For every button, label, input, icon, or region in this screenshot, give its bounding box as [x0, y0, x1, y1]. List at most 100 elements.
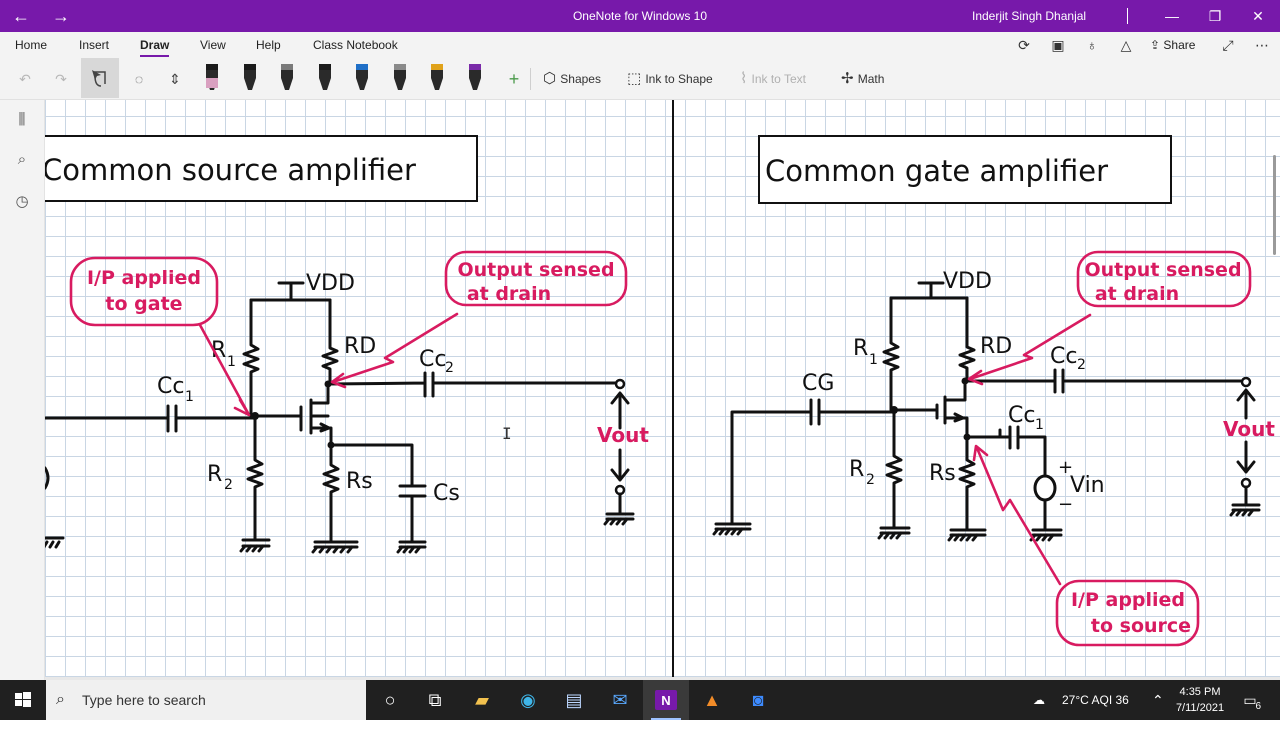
- cortana-icon[interactable]: ○: [367, 680, 413, 720]
- recent-clock-icon[interactable]: ◷: [10, 190, 34, 214]
- share-label: Share: [1163, 38, 1196, 52]
- right-rd-label: RD: [980, 334, 1012, 359]
- taskbar-search-placeholder: Type here to search: [82, 692, 206, 708]
- clock[interactable]: 4:35 PM 7/11/2021: [1170, 684, 1230, 716]
- ink-to-shape-label: Ink to Shape: [645, 72, 713, 86]
- left-rd-label: RD: [344, 334, 376, 359]
- user-name[interactable]: Inderjit Singh Dhanjal: [972, 0, 1086, 32]
- maximize-button[interactable]: ❐: [1193, 0, 1237, 32]
- mail-icon[interactable]: ✉: [597, 680, 643, 720]
- more-icon[interactable]: ⋯: [1252, 36, 1272, 54]
- close-button[interactable]: ✕: [1236, 0, 1280, 32]
- right-r1-sub: 1: [869, 352, 878, 368]
- store-icon[interactable]: ▤: [551, 680, 597, 720]
- math-button[interactable]: ✢ Math: [841, 66, 884, 92]
- vlc-icon[interactable]: ▲: [689, 680, 735, 720]
- clock-date: 7/11/2021: [1175, 702, 1225, 714]
- task-view-icon[interactable]: ⧉: [412, 680, 458, 720]
- window-title: OneNote for Windows 10: [572, 9, 708, 23]
- weather-icon[interactable]: ☁: [1033, 680, 1045, 720]
- insert-space-icon[interactable]: ⇕: [164, 66, 186, 92]
- svg-text:N: N: [661, 693, 670, 708]
- lasso-icon: [92, 70, 106, 87]
- pen-1-icon[interactable]: [200, 60, 224, 96]
- taskbar-search-box[interactable]: ⌕ Type here to search: [46, 680, 366, 720]
- edge-browser-icon[interactable]: ◉: [505, 680, 551, 720]
- start-button[interactable]: [0, 680, 46, 720]
- right-cc1-label: Cc: [1008, 403, 1035, 428]
- right-r2-sub: 2: [866, 472, 875, 488]
- ink-to-text-icon: ⌇: [740, 70, 752, 87]
- right-input-note-line1: I/P applied: [1071, 589, 1185, 611]
- tab-view[interactable]: View: [200, 32, 226, 58]
- notebooks-icon[interactable]: ⫼: [10, 108, 34, 132]
- right-cc2-label: Cc: [1050, 344, 1077, 369]
- search-icon[interactable]: ⌕: [10, 148, 34, 172]
- pen-8-icon[interactable]: [463, 60, 487, 96]
- weather-text[interactable]: 27°C AQI 36: [1062, 680, 1129, 720]
- file-explorer-icon[interactable]: ▰: [459, 680, 505, 720]
- clock-time: 4:35 PM: [1179, 686, 1221, 698]
- zoom-icon[interactable]: ◙: [735, 680, 781, 720]
- right-vdd-label: VDD: [943, 269, 992, 294]
- tab-class-notebook[interactable]: Class Notebook: [313, 32, 398, 58]
- redo-icon[interactable]: ↷: [50, 66, 72, 92]
- add-pen-icon[interactable]: +: [503, 66, 525, 92]
- pen-7-icon[interactable]: [425, 60, 449, 96]
- navigation-rail: ⫼ ⌕ ◷: [0, 100, 45, 680]
- search-icon: ⌕: [56, 691, 65, 708]
- bell-icon[interactable]: △: [1116, 36, 1136, 54]
- right-input-note-line2: to source: [1091, 615, 1191, 637]
- ink-drawing: Common source amplifier Common gate ampl…: [45, 100, 1275, 680]
- left-cc2-label: Cc: [419, 347, 446, 372]
- minimize-icon: —: [1165, 8, 1179, 24]
- add-space-icon[interactable]: ◌: [128, 66, 150, 92]
- pen-6-icon[interactable]: [388, 60, 412, 96]
- math-icon: ✢: [841, 70, 858, 87]
- notification-button[interactable]: ▭ 6: [1238, 688, 1262, 712]
- left-cc2-sub: 2: [445, 360, 454, 376]
- vertical-scrollbar[interactable]: [1273, 155, 1276, 255]
- left-r2-label: R: [207, 462, 222, 487]
- ink-to-shape-button[interactable]: ⬚ Ink to Shape: [627, 66, 713, 92]
- share-button[interactable]: ⇪ Share: [1150, 32, 1195, 58]
- tab-insert[interactable]: Insert: [79, 32, 109, 58]
- left-r1-sub: 1: [227, 354, 236, 370]
- maximize-icon: ❐: [1208, 8, 1222, 24]
- shapes-label: Shapes: [560, 72, 601, 86]
- pen-4-icon[interactable]: [313, 60, 337, 96]
- taskbar: ⌕ Type here to search ○ ⧉ ▰ ◉ ▤ ✉ N ▲ ◙ …: [0, 680, 1280, 720]
- pen-5-icon[interactable]: [350, 60, 374, 96]
- ink-to-shape-icon: ⬚: [627, 70, 646, 87]
- common-source-circuit: [45, 281, 635, 554]
- title-separator: [1127, 8, 1128, 24]
- right-r2-label: R: [849, 457, 864, 482]
- draw-toolbar: ↶ ↷ ◌ ⇕ + ⬡ Shapes ⬚ Ink to Shape ⌇ Ink …: [0, 58, 1280, 100]
- onenote-taskbar-icon[interactable]: N: [643, 680, 689, 720]
- left-rs-label: Rs: [346, 469, 373, 494]
- tab-help[interactable]: Help: [256, 32, 281, 58]
- toolbar-separator: [530, 68, 531, 90]
- note-canvas[interactable]: Common source amplifier Common gate ampl…: [45, 100, 1280, 680]
- shapes-button[interactable]: ⬡ Shapes: [543, 66, 601, 92]
- minimize-button[interactable]: —: [1150, 0, 1194, 32]
- left-title: Common source amplifier: [45, 153, 416, 187]
- tab-draw[interactable]: Draw: [140, 32, 170, 58]
- ink-to-text-button[interactable]: ⌇ Ink to Text: [740, 66, 806, 92]
- immersive-reader-icon[interactable]: ▣: [1048, 36, 1068, 54]
- lasso-select-button[interactable]: [81, 58, 119, 98]
- right-output-note: Output sensed at drain: [967, 250, 1252, 386]
- undo-icon[interactable]: ↶: [14, 66, 36, 92]
- right-cc2-sub: 2: [1077, 357, 1086, 373]
- left-cc1-sub: 1: [185, 389, 194, 405]
- right-rs-label: Rs: [929, 461, 956, 486]
- right-output-note-line1: Output sensed: [1084, 259, 1241, 281]
- fullscreen-icon[interactable]: ⤢: [1218, 36, 1238, 54]
- sync-icon[interactable]: ⟳: [1014, 36, 1034, 54]
- lightbulb-icon[interactable]: ♁: [1082, 36, 1102, 54]
- tab-home[interactable]: Home: [15, 32, 47, 58]
- pen-3-icon[interactable]: [275, 60, 299, 96]
- pen-2-icon[interactable]: [238, 60, 262, 96]
- chevron-up-icon[interactable]: ⌃: [1152, 680, 1164, 720]
- share-icon: ⇪: [1150, 38, 1164, 52]
